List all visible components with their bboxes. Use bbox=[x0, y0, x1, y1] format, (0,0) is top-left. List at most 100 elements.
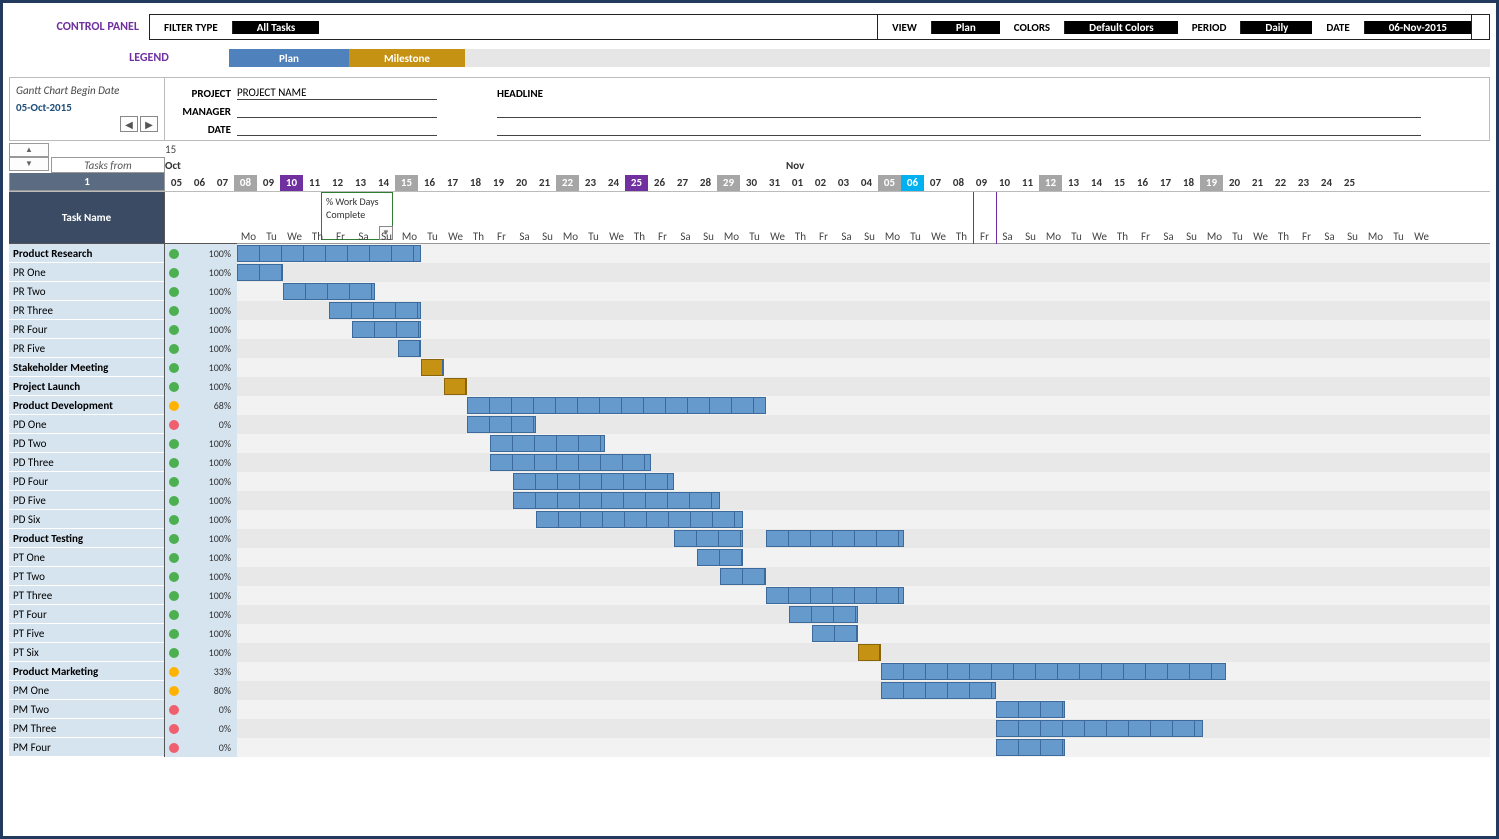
cal-day[interactable]: 24 bbox=[1315, 175, 1338, 191]
cal-day[interactable]: 11 bbox=[1016, 175, 1039, 191]
task-name-cell[interactable]: PT Five bbox=[9, 624, 164, 643]
headline-value-1[interactable] bbox=[497, 117, 1421, 118]
project-value[interactable]: PROJECT NAME bbox=[237, 86, 437, 100]
gantt-bar[interactable] bbox=[789, 606, 858, 623]
cal-day[interactable]: 10 bbox=[280, 175, 303, 191]
cal-day[interactable]: 15 bbox=[1108, 175, 1131, 191]
cal-day[interactable]: 23 bbox=[1292, 175, 1315, 191]
cal-day[interactable]: 27 bbox=[671, 175, 694, 191]
task-name-cell[interactable]: PM Three bbox=[9, 719, 164, 738]
task-name-cell[interactable]: Product Testing bbox=[9, 529, 164, 548]
cal-day[interactable]: 11 bbox=[303, 175, 326, 191]
gantt-bar[interactable] bbox=[996, 739, 1065, 756]
filter-type-value[interactable]: All Tasks bbox=[233, 21, 320, 34]
cal-day[interactable]: 19 bbox=[1200, 175, 1223, 191]
cal-day[interactable]: 03 bbox=[832, 175, 855, 191]
gantt-bar[interactable] bbox=[720, 568, 766, 585]
manager-value[interactable] bbox=[237, 117, 437, 118]
gantt-bar[interactable] bbox=[513, 492, 720, 509]
cal-day[interactable]: 07 bbox=[211, 175, 234, 191]
gantt-bar[interactable] bbox=[536, 511, 743, 528]
task-name-cell[interactable]: PT One bbox=[9, 548, 164, 567]
cal-day[interactable]: 22 bbox=[556, 175, 579, 191]
gantt-bar[interactable] bbox=[881, 682, 996, 699]
cal-day[interactable]: 25 bbox=[625, 175, 648, 191]
gantt-bar[interactable] bbox=[881, 663, 1226, 680]
gantt-bar-milestone[interactable] bbox=[421, 359, 444, 376]
cal-day[interactable]: 31 bbox=[763, 175, 786, 191]
date-value[interactable]: 06-Nov-2015 bbox=[1365, 21, 1471, 34]
task-name-cell[interactable]: PM Two bbox=[9, 700, 164, 719]
begin-date-value[interactable]: 05-Oct-2015 bbox=[16, 101, 158, 114]
gantt-bar[interactable] bbox=[996, 701, 1065, 718]
cal-day[interactable]: 13 bbox=[1062, 175, 1085, 191]
cal-day[interactable]: 29 bbox=[717, 175, 740, 191]
cal-day[interactable]: 08 bbox=[234, 175, 257, 191]
task-name-cell[interactable]: PT Four bbox=[9, 605, 164, 624]
cal-day[interactable]: 14 bbox=[372, 175, 395, 191]
cal-day[interactable]: 06 bbox=[901, 175, 924, 191]
cal-day[interactable]: 14 bbox=[1085, 175, 1108, 191]
task-name-cell[interactable]: PR Two bbox=[9, 282, 164, 301]
cal-day[interactable]: 16 bbox=[418, 175, 441, 191]
cal-day[interactable]: 12 bbox=[1039, 175, 1062, 191]
date-next-button[interactable]: ▶ bbox=[140, 116, 158, 132]
gantt-bar[interactable] bbox=[490, 454, 651, 471]
cal-day[interactable]: 18 bbox=[464, 175, 487, 191]
gantt-bar[interactable] bbox=[697, 549, 743, 566]
cal-day[interactable]: 07 bbox=[924, 175, 947, 191]
task-name-cell[interactable]: PM Four bbox=[9, 738, 164, 757]
cal-day[interactable]: 06 bbox=[188, 175, 211, 191]
gantt-bar[interactable] bbox=[467, 416, 536, 433]
cal-day[interactable]: 21 bbox=[533, 175, 556, 191]
cal-day[interactable]: 04 bbox=[855, 175, 878, 191]
cal-day[interactable]: 12 bbox=[326, 175, 349, 191]
task-name-cell[interactable]: PR Three bbox=[9, 301, 164, 320]
gantt-bar[interactable] bbox=[766, 587, 904, 604]
scroll-up-button[interactable]: ▲ bbox=[9, 143, 49, 157]
cal-day[interactable]: 01 bbox=[786, 175, 809, 191]
gantt-bar[interactable] bbox=[237, 245, 421, 262]
gantt-bar[interactable] bbox=[490, 435, 605, 452]
cal-day[interactable]: 19 bbox=[487, 175, 510, 191]
task-name-cell[interactable]: PD One bbox=[9, 415, 164, 434]
cal-day[interactable]: 20 bbox=[510, 175, 533, 191]
scroll-down-button[interactable]: ▼ bbox=[9, 157, 49, 171]
task-name-cell[interactable]: Stakeholder Meeting bbox=[9, 358, 164, 377]
gantt-bar[interactable] bbox=[352, 321, 421, 338]
headline-value-2[interactable] bbox=[497, 135, 1421, 136]
cal-day[interactable]: 05 bbox=[165, 175, 188, 191]
cal-day[interactable]: 24 bbox=[602, 175, 625, 191]
cal-day[interactable]: 20 bbox=[1223, 175, 1246, 191]
cal-day[interactable]: 28 bbox=[694, 175, 717, 191]
cal-day[interactable]: 09 bbox=[257, 175, 280, 191]
cal-day[interactable]: 26 bbox=[648, 175, 671, 191]
task-name-cell[interactable]: PD Five bbox=[9, 491, 164, 510]
cal-day[interactable]: 18 bbox=[1177, 175, 1200, 191]
period-value[interactable]: Daily bbox=[1241, 21, 1312, 34]
task-name-cell[interactable]: PT Three bbox=[9, 586, 164, 605]
cal-day[interactable]: 02 bbox=[809, 175, 832, 191]
cal-day[interactable]: 10 bbox=[993, 175, 1016, 191]
cal-day[interactable]: 13 bbox=[349, 175, 372, 191]
cal-day[interactable]: 22 bbox=[1269, 175, 1292, 191]
cal-day[interactable]: 08 bbox=[947, 175, 970, 191]
gantt-bar[interactable] bbox=[237, 264, 283, 281]
header-date-value[interactable] bbox=[237, 135, 437, 136]
task-name-cell[interactable]: PR Five bbox=[9, 339, 164, 358]
task-name-cell[interactable]: Product Research bbox=[9, 244, 164, 263]
cal-day[interactable]: 05 bbox=[878, 175, 901, 191]
colors-value[interactable]: Default Colors bbox=[1065, 21, 1178, 34]
gantt-bar[interactable] bbox=[467, 397, 766, 414]
task-name-cell[interactable]: PM One bbox=[9, 681, 164, 700]
task-name-cell[interactable]: PD Two bbox=[9, 434, 164, 453]
gantt-bar-milestone[interactable] bbox=[444, 378, 467, 395]
task-name-cell[interactable]: PD Three bbox=[9, 453, 164, 472]
gantt-bar[interactable] bbox=[996, 720, 1203, 737]
gantt-bar[interactable] bbox=[329, 302, 421, 319]
task-name-cell[interactable]: PD Six bbox=[9, 510, 164, 529]
cal-day[interactable]: 16 bbox=[1131, 175, 1154, 191]
gantt-bar-milestone[interactable] bbox=[858, 644, 881, 661]
gantt-bar[interactable] bbox=[674, 530, 743, 547]
cal-day[interactable]: 21 bbox=[1246, 175, 1269, 191]
